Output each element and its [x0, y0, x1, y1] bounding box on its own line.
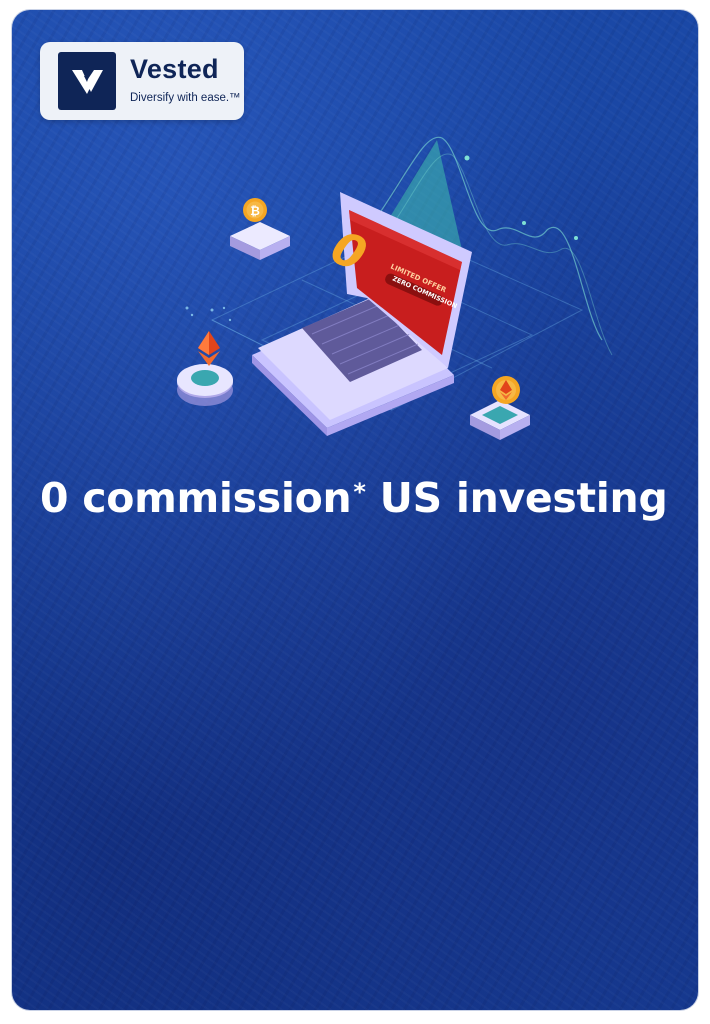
bitcoin-pedestal: ₿: [230, 198, 290, 260]
vested-logo[interactable]: Vested Diversify with ease.™: [40, 42, 244, 120]
svg-text:₿: ₿: [250, 204, 260, 218]
brand-tagline: Diversify with ease.™: [130, 92, 241, 104]
headline: 0 commission* US investing: [40, 474, 680, 522]
ethereum-coin-pedestal: [470, 376, 530, 440]
promo-card: Vested Diversify with ease.™ 0 LIMITED O…: [12, 10, 698, 1010]
ethereum-ring-pedestal: [177, 331, 233, 406]
headline-prefix: 0 commission: [40, 474, 352, 522]
headline-suffix: US investing: [365, 474, 668, 522]
vested-v-icon: [58, 52, 116, 110]
brand-name: Vested: [130, 54, 219, 84]
headline-asterisk: *: [353, 478, 366, 506]
laptop-crypto-illustration: 0 LIMITED OFFER ZERO COMMISSION ₿: [177, 136, 613, 440]
